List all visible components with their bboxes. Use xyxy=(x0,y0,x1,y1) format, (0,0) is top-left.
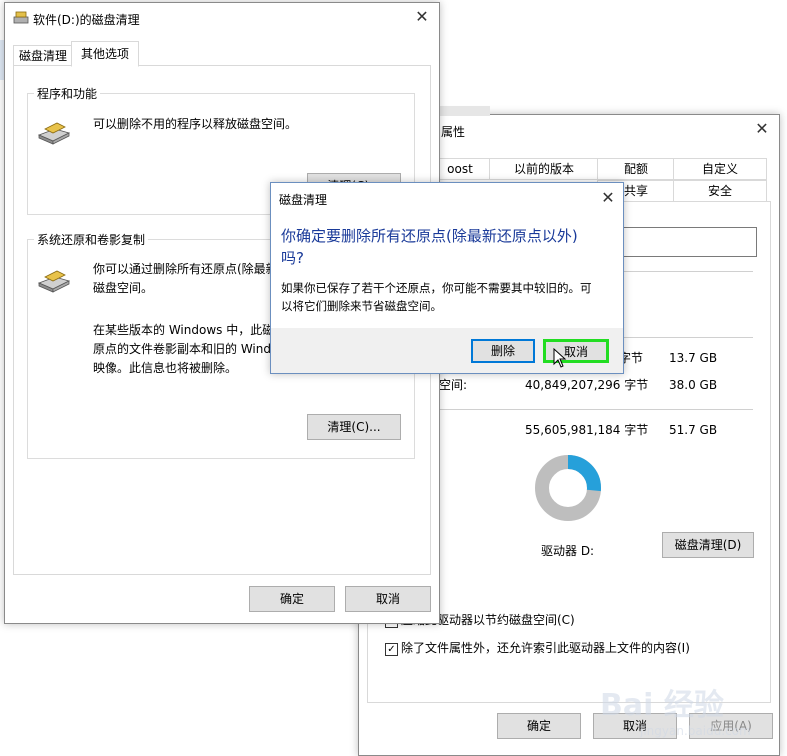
usage-donut-chart xyxy=(535,455,601,521)
programs-group-label: 程序和功能 xyxy=(34,85,101,102)
mouse-cursor-icon xyxy=(553,348,567,368)
watermark-text: Bai 经验 xyxy=(600,688,724,723)
disk-cleanup-button[interactable]: 磁盘清理(D) xyxy=(662,532,754,558)
free-bytes: 40,849,207,296 字节 xyxy=(525,378,649,392)
programs-description: 可以删除不用的程序以释放磁盘空间。 xyxy=(93,117,298,131)
properties-title: 属性 xyxy=(441,125,466,139)
total-gb: 51.7 GB xyxy=(669,423,718,437)
restore-desc2-line1: 在某些版本的 Windows 中，此磁 xyxy=(93,323,275,337)
close-icon[interactable]: ✕ xyxy=(413,8,431,26)
restore-desc2-line2: 原点的文件卷影副本和旧的 Wind xyxy=(93,342,271,356)
tab-quota[interactable]: 配额 xyxy=(597,158,675,180)
restore-desc2-line3: 映像。此信息也将被删除。 xyxy=(93,361,238,375)
drive-icon xyxy=(37,270,71,293)
disk-cleanup-app-icon xyxy=(13,11,29,24)
ok-button[interactable]: 确定 xyxy=(497,713,581,739)
watermark-sub: jingyan.baidu.com xyxy=(640,724,751,738)
confirm-question-line1: 你确定要删除所有还原点(除最新还原点以外) xyxy=(281,227,578,245)
confirm-question-line2: 吗? xyxy=(281,249,304,267)
ok-button[interactable]: 确定 xyxy=(249,586,335,612)
tab-previous-versions[interactable]: 以前的版本 xyxy=(489,158,599,180)
total-bytes: 55,605,981,184 字节 xyxy=(525,423,649,437)
restore-cleanup-button[interactable]: 清理(C)... xyxy=(307,414,401,440)
restore-group-label: 系统还原和卷影复制 xyxy=(34,231,149,248)
divider xyxy=(439,409,753,410)
index-label: 除了文件属性外，还允许索引此驱动器上文件的内容(I) xyxy=(401,641,690,655)
tab-security[interactable]: 安全 xyxy=(673,180,767,202)
drive-label: 驱动器 D: xyxy=(541,544,595,558)
confirm-titlebar: 磁盘清理 ✕ xyxy=(271,183,623,213)
drive-icon xyxy=(37,122,71,145)
tab-customize[interactable]: 自定义 xyxy=(673,158,767,180)
tab-disk-cleanup[interactable]: 磁盘清理 xyxy=(13,45,73,67)
free-label: 空间: xyxy=(439,378,468,392)
delete-button[interactable]: 删除 xyxy=(471,339,535,363)
free-gb: 38.0 GB xyxy=(669,378,718,392)
disk-cleanup-title: 软件(D:)的磁盘清理 xyxy=(33,13,140,27)
close-icon[interactable]: ✕ xyxy=(599,189,617,207)
confirm-info-line2: 以将它们删除来节省磁盘空间。 xyxy=(281,299,442,313)
close-icon[interactable]: ✕ xyxy=(753,120,771,138)
confirm-info-line1: 如果你已保存了若干个还原点，你可能不需要其中较旧的。可 xyxy=(281,281,592,295)
confirm-title: 磁盘清理 xyxy=(279,193,328,207)
disk-cleanup-titlebar: 软件(D:)的磁盘清理 ✕ xyxy=(5,3,439,33)
confirm-dialog: 磁盘清理 ✕ 你确定要删除所有还原点(除最新还原点以外) 吗? 如果你已保存了若… xyxy=(270,182,624,374)
used-gb: 13.7 GB xyxy=(669,351,718,365)
index-checkbox[interactable]: ✓ xyxy=(385,643,398,656)
restore-desc-line2: 磁盘空间。 xyxy=(93,281,154,295)
tab-more-options[interactable]: 其他选项 xyxy=(71,41,139,67)
restore-desc-line1: 你可以通过删除所有还原点(除最新 xyxy=(93,262,278,276)
baidu-watermark: Bai 经验 jingyan.baidu.com xyxy=(600,680,780,750)
cancel-button[interactable]: 取消 xyxy=(345,586,431,612)
background-window-strip xyxy=(436,106,490,116)
